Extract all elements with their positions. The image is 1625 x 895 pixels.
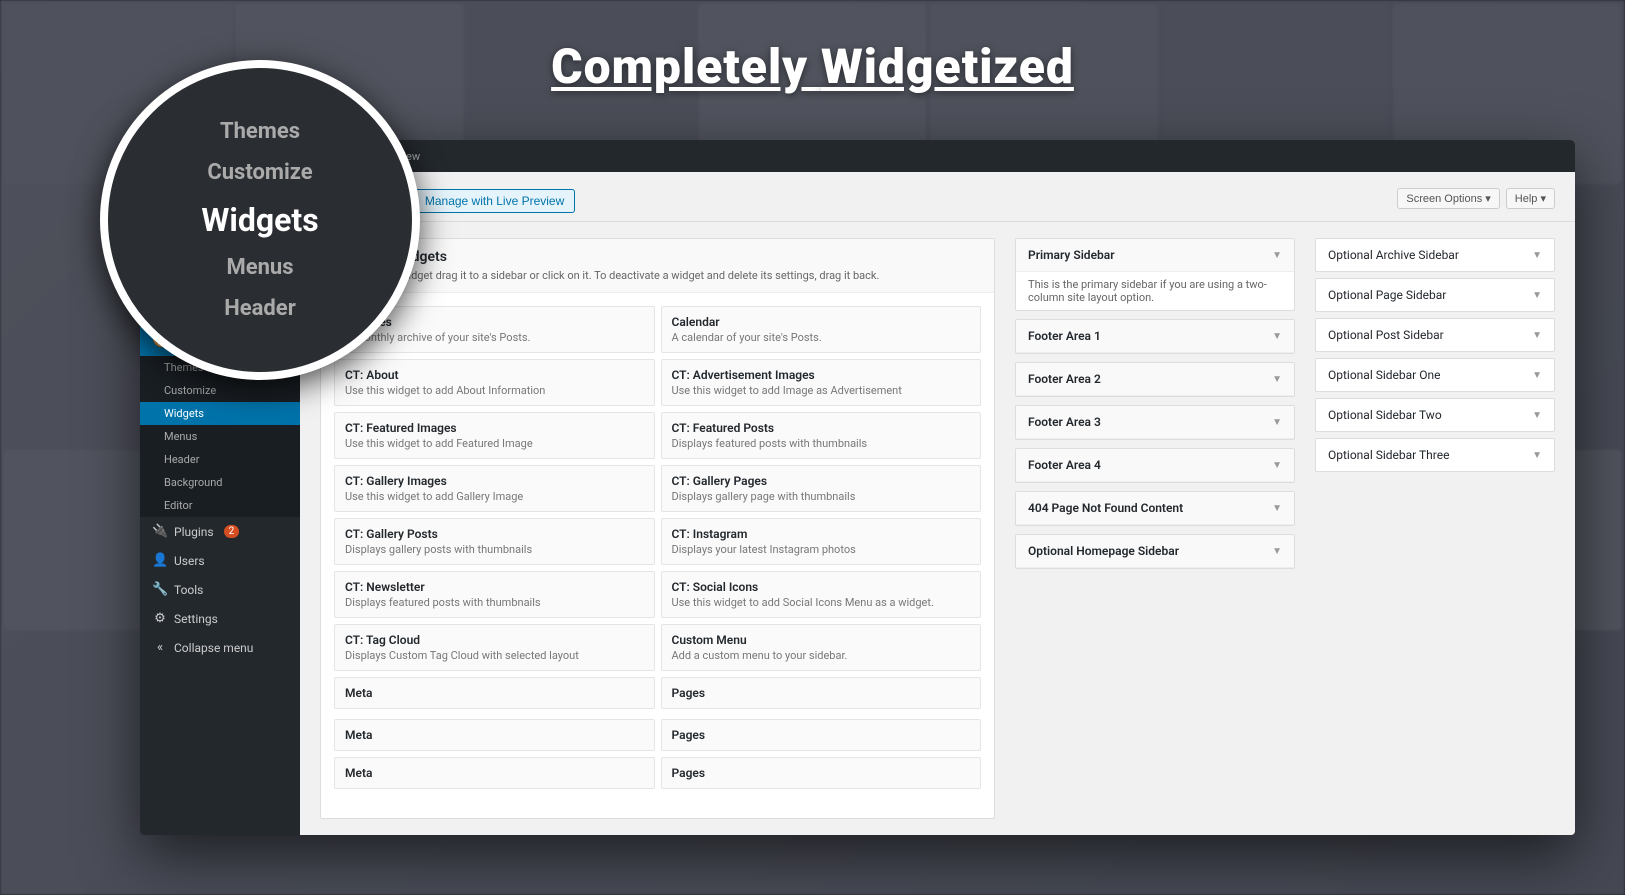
optional-sidebars-panel: Optional Archive Sidebar▼ Optional Page S…: [1315, 238, 1555, 819]
widget-item-3[interactable]: CT: Advertisement ImagesUse this widget …: [661, 359, 982, 406]
available-widgets-title: Available Widgets: [335, 249, 980, 265]
widget-item-4[interactable]: CT: Featured ImagesUse this widget to ad…: [334, 412, 655, 459]
sidebar-area-3: Footer Area 3 ▼: [1015, 405, 1295, 440]
bubble-item-menus: Menus: [201, 247, 318, 288]
appearance-submenu: Themes Customize Widgets Menus Header Ba…: [140, 356, 300, 517]
sidebar-area-header-2[interactable]: Footer Area 2 ▼: [1016, 363, 1294, 396]
optional-sidebar-4[interactable]: Optional Sidebar Two▼: [1315, 398, 1555, 432]
widget-item-11[interactable]: CT: Social IconsUse this widget to add S…: [661, 571, 982, 618]
sidebar-area-desc-0: This is the primary sidebar if you are u…: [1016, 272, 1294, 310]
sidebar-item-tools[interactable]: 🔧 Tools: [140, 575, 300, 604]
manage-live-preview-button[interactable]: Manage with Live Preview: [414, 189, 575, 213]
screen-options-button[interactable]: Screen Options ▾: [1397, 188, 1499, 209]
widgets-body: Available Widgets To activate a widget d…: [300, 222, 1575, 835]
sidebar-item-users[interactable]: 👤 Users: [140, 546, 300, 575]
sidebar-area-header-3[interactable]: Footer Area 3 ▼: [1016, 406, 1294, 439]
bubble-item-themes: Themes: [201, 111, 318, 152]
bubble-item-header: Header: [201, 288, 318, 329]
submenu-item-background[interactable]: Background: [140, 471, 300, 494]
optional-sidebar-1[interactable]: Optional Page Sidebar▼: [1315, 278, 1555, 312]
bubble-item-customize: Customize: [201, 152, 318, 193]
sidebar-item-plugins[interactable]: 🔌 Plugins 2: [140, 517, 300, 546]
settings-icon: ⚙: [152, 611, 168, 626]
sidebar-area-header-5[interactable]: 404 Page Not Found Content ▼: [1016, 492, 1294, 525]
widget-item-13[interactable]: Custom MenuAdd a custom menu to your sid…: [661, 624, 982, 671]
sidebar-item-collapse[interactable]: « Collapse menu: [140, 633, 300, 662]
help-button[interactable]: Help ▾: [1506, 188, 1555, 209]
sidebar-area-0: Primary Sidebar ▼ This is the primary si…: [1015, 238, 1295, 311]
widgets-grid: ArchivesA monthly archive of your site's…: [321, 293, 994, 716]
sidebar-area-1: Footer Area 1 ▼: [1015, 319, 1295, 354]
available-widgets-header: Available Widgets To activate a widget d…: [321, 239, 994, 293]
sidebar-area-5: 404 Page Not Found Content ▼: [1015, 491, 1295, 526]
widget-item-7[interactable]: CT: Gallery PagesDisplays gallery page w…: [661, 465, 982, 512]
widget-item-12[interactable]: CT: Tag CloudDisplays Custom Tag Cloud w…: [334, 624, 655, 671]
widget-item-15[interactable]: Pages: [661, 677, 982, 709]
users-icon: 👤: [152, 553, 168, 568]
widget-item-14[interactable]: Meta: [334, 677, 655, 709]
hero-title-main: Completely: [551, 38, 821, 95]
bubble-content: Themes Customize Widgets Menus Header: [185, 95, 334, 345]
optional-sidebar-0[interactable]: Optional Archive Sidebar▼: [1315, 238, 1555, 272]
optional-sidebar-2[interactable]: Optional Post Sidebar▼: [1315, 318, 1555, 352]
widget-item-1[interactable]: CalendarA calendar of your site's Posts.: [661, 306, 982, 353]
widget-item-8[interactable]: CT: Gallery PostsDisplays gallery posts …: [334, 518, 655, 565]
sidebar-area-4: Footer Area 4 ▼: [1015, 448, 1295, 483]
collapse-icon: «: [152, 640, 168, 655]
widget-item-2[interactable]: CT: AboutUse this widget to add About In…: [334, 359, 655, 406]
sidebar-area-header-6[interactable]: Optional Homepage Sidebar ▼: [1016, 535, 1294, 568]
widget-meta[interactable]: Meta: [334, 719, 655, 751]
screen-options-bar: Screen Options ▾ Help ▾: [1397, 188, 1555, 209]
widget-item-5[interactable]: CT: Featured PostsDisplays featured post…: [661, 412, 982, 459]
widgets-page-header: Widgets Manage with Live Preview Screen …: [300, 172, 1575, 222]
submenu-item-editor[interactable]: Editor: [140, 494, 300, 517]
submenu-item-menus[interactable]: Menus: [140, 425, 300, 448]
sidebar-item-settings[interactable]: ⚙ Settings: [140, 604, 300, 633]
sidebar-area-header-1[interactable]: Footer Area 1 ▼: [1016, 320, 1294, 353]
optional-sidebar-3[interactable]: Optional Sidebar One▼: [1315, 358, 1555, 392]
sidebar-areas-panel: Primary Sidebar ▼ This is the primary si…: [1015, 238, 1295, 819]
tools-icon: 🔧: [152, 582, 168, 597]
sidebar-area-header-4[interactable]: Footer Area 4 ▼: [1016, 449, 1294, 482]
sidebar-area-header-0[interactable]: Primary Sidebar ▼: [1016, 239, 1294, 272]
available-widgets-panel: Available Widgets To activate a widget d…: [320, 238, 995, 819]
hero-title-underline: Widgetized: [821, 38, 1074, 95]
submenu-item-customize[interactable]: Customize: [140, 379, 300, 402]
widget-meta2[interactable]: Meta: [334, 757, 655, 789]
widget-item-10[interactable]: CT: NewsletterDisplays featured posts wi…: [334, 571, 655, 618]
widget-item-9[interactable]: CT: InstagramDisplays your latest Instag…: [661, 518, 982, 565]
magnifier-bubble: Themes Customize Widgets Menus Header: [100, 60, 420, 380]
submenu-item-widgets[interactable]: Widgets: [140, 402, 300, 425]
optional-sidebar-5[interactable]: Optional Sidebar Three▼: [1315, 438, 1555, 472]
sidebar-area-2: Footer Area 2 ▼: [1015, 362, 1295, 397]
wp-topbar: Dashboard + New: [300, 140, 1575, 172]
available-widgets-desc: To activate a widget drag it to a sideba…: [335, 269, 980, 282]
plugins-icon: 🔌: [152, 524, 168, 539]
widget-pages2[interactable]: Pages: [661, 757, 982, 789]
widget-item-6[interactable]: CT: Gallery ImagesUse this widget to add…: [334, 465, 655, 512]
wp-main-content: Dashboard + New Widgets Manage with Live…: [300, 140, 1575, 835]
plugins-badge: 2: [224, 525, 240, 538]
widget-pages[interactable]: Pages: [661, 719, 982, 751]
bubble-item-widgets: Widgets: [201, 193, 318, 247]
sidebar-area-6: Optional Homepage Sidebar ▼: [1015, 534, 1295, 569]
submenu-item-header[interactable]: Header: [140, 448, 300, 471]
